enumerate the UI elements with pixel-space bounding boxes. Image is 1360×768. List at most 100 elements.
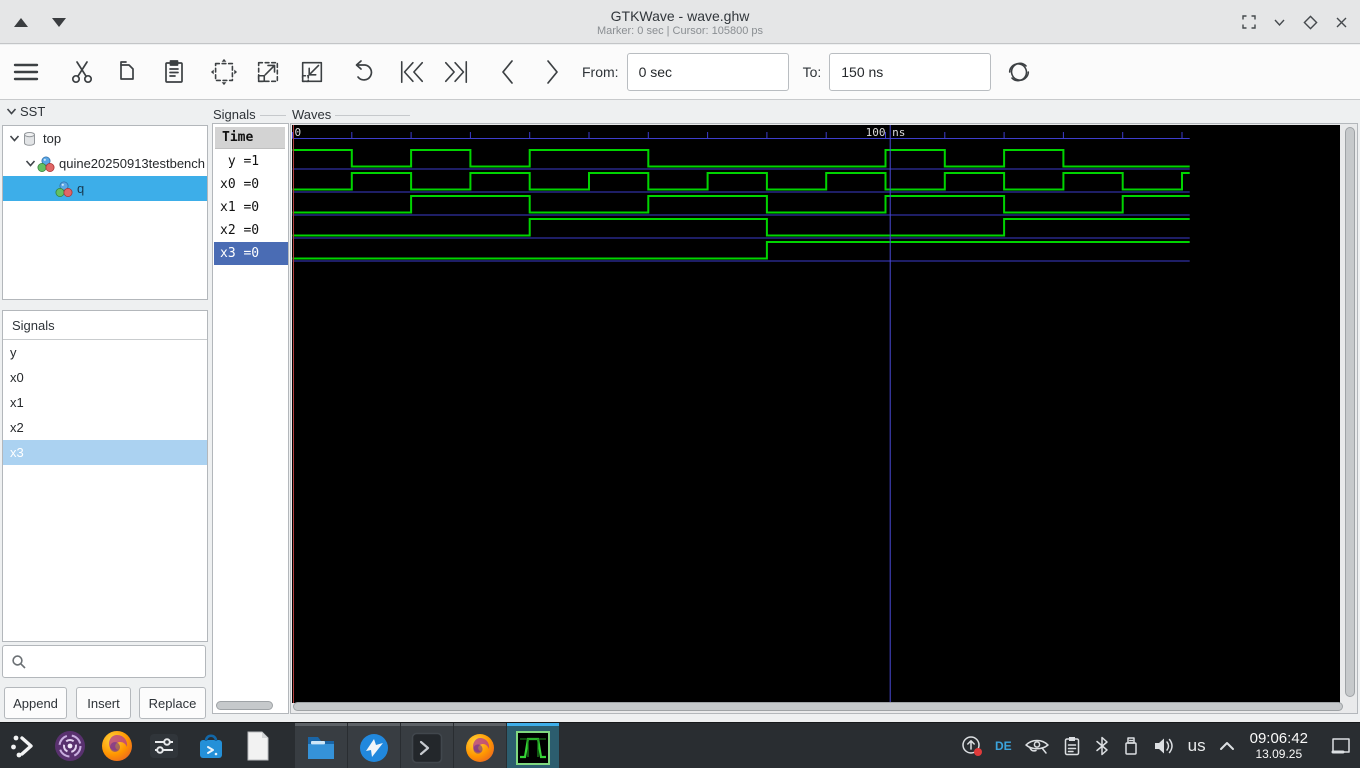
tree-item-label: top <box>43 131 62 146</box>
timescale-label-100: 100 ns <box>866 126 906 139</box>
step-left-icon[interactable] <box>494 58 522 86</box>
task-file-manager[interactable] <box>295 723 347 768</box>
undo-icon[interactable] <box>348 58 376 86</box>
zoom-in-icon[interactable] <box>254 58 282 86</box>
waves-vertical-scrollbar[interactable] <box>1345 127 1355 697</box>
paste-icon[interactable] <box>160 58 188 86</box>
chevron-down-icon <box>4 105 18 119</box>
signals-list-panel: Signals y x0 x1 x2 x3 <box>2 310 208 642</box>
keyboard-layout-de-badge[interactable]: DE <box>995 739 1012 753</box>
usb-device-icon[interactable] <box>1122 735 1140 757</box>
signals-list-item-x0[interactable]: x0 <box>3 365 207 390</box>
tree-item-q[interactable]: q <box>3 176 207 201</box>
tor-browser-icon[interactable] <box>53 729 87 763</box>
sst-header-label: SST <box>20 104 46 119</box>
gtkwave-icon <box>516 730 550 765</box>
show-desktop-icon[interactable] <box>1330 736 1352 756</box>
wave-name-row-1[interactable]: x0 =0 <box>214 173 288 196</box>
clock-date: 13.09.25 <box>1255 746 1303 761</box>
signals-list-item-x3[interactable]: x3 <box>3 440 207 465</box>
discover-icon[interactable] <box>194 729 228 763</box>
append-button[interactable]: Append <box>4 687 67 719</box>
shade-down-icon[interactable] <box>52 17 66 27</box>
titlebar: GTKWave - wave.ghw Marker: 0 sec | Curso… <box>0 0 1360 44</box>
task-konsole[interactable] <box>401 723 453 768</box>
main-content: SST top quine20250913testbench q Signals… <box>0 100 1360 722</box>
waves-frame-label: Waves <box>292 107 412 122</box>
tree-item-label: q <box>77 181 85 196</box>
task-falkon[interactable] <box>348 723 400 768</box>
from-input[interactable]: 0 sec <box>626 53 789 91</box>
clock[interactable]: 09:06:42 13.09.25 <box>1250 731 1308 761</box>
minimize-icon[interactable] <box>1273 16 1286 29</box>
firefox-icon <box>466 733 494 762</box>
volume-icon[interactable] <box>1152 735 1176 757</box>
clock-time: 09:06:42 <box>1249 730 1308 748</box>
module-icon <box>37 156 55 172</box>
chevron-down-icon[interactable] <box>7 132 21 146</box>
sst-header[interactable]: SST <box>4 104 45 119</box>
time-header[interactable]: Time <box>215 127 285 149</box>
clipboard-icon[interactable] <box>1062 735 1082 757</box>
keyboard-layout-us[interactable]: us <box>1188 736 1206 756</box>
chevron-down-icon[interactable] <box>23 157 37 171</box>
zoom-out-icon[interactable] <box>298 58 326 86</box>
wave-name-rows: y =1 x0 =0 x1 =0 x2 =0 x3 =0 <box>214 150 288 265</box>
zoom-fit-icon[interactable] <box>210 58 238 86</box>
updates-icon[interactable] <box>961 735 983 757</box>
bluetooth-icon[interactable] <box>1094 735 1110 757</box>
wave-name-row-2[interactable]: x1 =0 <box>214 196 288 219</box>
insert-button[interactable]: Insert <box>76 687 131 719</box>
wave-names-frame-label: Signals <box>213 107 288 122</box>
wave-name-row-3[interactable]: x2 =0 <box>214 219 288 242</box>
signal-search-input[interactable] <box>2 645 206 678</box>
from-label: From: <box>582 64 619 80</box>
tray-expand-icon[interactable] <box>1218 739 1236 753</box>
signals-list-item-x1[interactable]: x1 <box>3 390 207 415</box>
close-icon[interactable] <box>1335 16 1348 29</box>
wave-name-row-0[interactable]: y =1 <box>214 150 288 173</box>
search-icon <box>12 654 26 669</box>
names-horizontal-scrollbar[interactable] <box>216 701 273 710</box>
falkon-icon <box>360 733 388 762</box>
firefox-icon[interactable] <box>100 729 134 763</box>
taskbar: DE us 09:06:42 13.09.25 <box>0 722 1360 768</box>
wave-names-panel: Time y =1 x0 =0 x1 =0 x2 =0 x3 =0 <box>212 123 289 714</box>
tree-item-testbench[interactable]: quine20250913testbench <box>3 151 207 176</box>
app-launcher-icon[interactable] <box>6 729 40 763</box>
task-gtkwave[interactable] <box>507 723 559 768</box>
timescale-label-0: 0 <box>295 126 302 139</box>
waves-horizontal-scrollbar[interactable] <box>293 702 1343 711</box>
step-right-icon[interactable] <box>538 58 566 86</box>
signals-list-item-x2[interactable]: x2 <box>3 415 207 440</box>
copy-icon[interactable] <box>112 58 140 86</box>
konsole-icon <box>411 732 443 763</box>
document-icon[interactable] <box>241 729 275 763</box>
window-subtitle: Marker: 0 sec | Cursor: 105800 ps <box>596 24 764 37</box>
signals-list: y x0 x1 x2 x3 <box>3 340 207 465</box>
wave-name-row-4[interactable]: x3 =0 <box>214 242 288 265</box>
signals-list-item-y[interactable]: y <box>3 340 207 365</box>
to-label: To: <box>802 64 822 80</box>
settings-icon[interactable] <box>147 729 181 763</box>
toolbar: From: 0 sec To: 150 ns <box>0 45 1360 100</box>
cut-icon[interactable] <box>68 58 96 86</box>
skip-to-start-icon[interactable] <box>398 58 426 86</box>
module-icon <box>55 181 73 197</box>
fullscreen-icon[interactable] <box>1242 15 1256 29</box>
waves-panel: 0 100 ns <box>290 123 1358 714</box>
to-input[interactable]: 150 ns <box>829 53 992 91</box>
task-firefox[interactable] <box>454 723 506 768</box>
eye-icon[interactable] <box>1024 736 1050 756</box>
replace-button[interactable]: Replace <box>139 687 206 719</box>
sst-tree: top quine20250913testbench q <box>2 125 208 300</box>
menu-icon[interactable] <box>12 58 40 86</box>
file-manager-icon <box>308 736 334 759</box>
skip-to-end-icon[interactable] <box>442 58 470 86</box>
tree-item-top[interactable]: top <box>3 126 207 151</box>
shade-up-icon[interactable] <box>14 17 28 27</box>
waveform-canvas[interactable]: 0 100 ns <box>292 125 1340 703</box>
window-title: GTKWave - wave.ghw <box>610 7 750 24</box>
maximize-icon[interactable] <box>1303 14 1318 30</box>
reload-icon[interactable] <box>1005 58 1033 86</box>
